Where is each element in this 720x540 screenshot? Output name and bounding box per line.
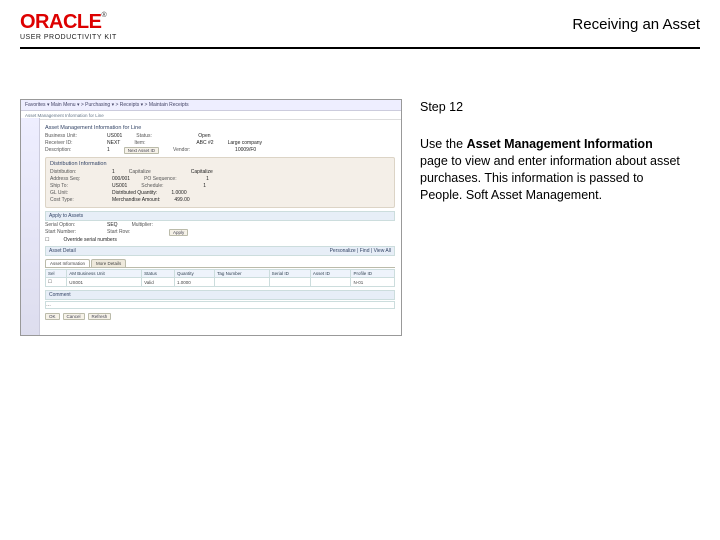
td-sel[interactable]: ☐ [46,278,67,287]
ss-startrow-label: Start Row: [107,229,155,236]
ss-comment-body[interactable]: … [45,301,395,309]
ss-breadcrumb: Asset Management Information for Line [21,111,401,120]
ss-addr-value: 000/001 [112,176,130,182]
td-status: Valid [142,278,175,287]
ss-gl-label: GL Unit: [50,190,98,196]
ss-topnav: Favorites ▾ Main Menu ▾ > Purchasing ▾ >… [21,100,401,111]
ss-tab-more-details[interactable]: More Details [91,259,126,267]
content-row: Favorites ▾ Main Menu ▾ > Purchasing ▾ >… [20,99,700,336]
ss-bu-label: Business Unit: [45,133,93,139]
td-bu: US001 [67,278,142,287]
table-row[interactable]: ☐ US001 Valid 1.0000 N-01 [46,278,395,287]
ss-recv-label: Receiver ID: [45,140,93,146]
ss-dist-label: Distribution: [50,169,98,175]
ss-fin-label: PO Sequence: [144,176,192,182]
ss-detail-heading: Asset Detail Personalize | Find | View A… [45,246,395,256]
ss-view-links[interactable]: Personalize | Find | View All [330,248,391,254]
ss-status-value: Open [198,133,210,139]
logo-subtitle: USER PRODUCTIVITY KIT [20,34,117,41]
ss-desc-label: Description: [45,147,93,154]
ss-ship-label: Ship To: [50,183,98,189]
ss-status-label: Status: [136,133,184,139]
ss-dist-value: 1 [112,169,115,175]
ss-sch-value: 1 [203,183,206,189]
ss-left-gutter [21,118,40,335]
oracle-logo: ORACLE® USER PRODUCTIVITY KIT [20,12,117,41]
ss-override-label: Override serial numbers [63,237,116,243]
ss-ok-button[interactable]: OK [45,313,60,320]
ss-savebar: OK Cancel Refresh [45,313,395,320]
table-header-row: Sel AM Business Unit Status Quantity Tag… [46,270,395,278]
ss-apply-button[interactable]: Apply [169,229,188,236]
td-assetid [310,278,351,287]
td-tag [215,278,270,287]
td-profile: N-01 [351,278,395,287]
td-serial [269,278,310,287]
step-label: Step 12 [420,99,680,116]
ss-desc-value: 1 [107,147,110,154]
ss-override-check[interactable]: ☐ [45,237,49,243]
ss-qty-value: 1.0000 [171,190,186,196]
instr-pre: Use the [420,137,467,151]
ss-tabs: Asset Information More Details [45,259,395,268]
ss-ship-value: US001 [112,183,127,189]
td-qty: 1.0000 [174,278,214,287]
ss-addr-label: Address Seq: [50,176,98,182]
instruction-panel: Step 12 Use the Asset Management Informa… [420,99,680,336]
header-bar: ORACLE® USER PRODUCTIVITY KIT Receiving … [20,12,700,49]
ss-large-company: Large company [228,140,262,146]
ss-start-label: Start Number: [45,229,93,236]
ss-next-asset-button[interactable]: Next Asset ID [124,147,159,154]
logo-tm: ® [101,12,106,19]
ss-vendor-label: Vendor: [173,147,221,154]
ss-amt-label: Merchandise Amount: [112,197,160,203]
ss-distribution-box: Distribution Information Distribution: 1… [45,157,395,208]
ss-cost-label: Cost Type: [50,197,98,203]
instr-bold: Asset Management Information [467,137,653,151]
ss-comment-heading[interactable]: Comment [45,290,395,300]
th-tag: Tag Number [215,270,270,278]
th-bu: AM Business Unit [67,270,142,278]
th-qty: Quantity [174,270,214,278]
ss-qty-label: Distributed Quantity: [112,190,157,196]
logo-text: ORACLE [20,11,101,33]
ss-cap-label: Capitalize [129,169,177,175]
ss-amt-value: 499.00 [174,197,189,203]
ss-vendor-value: 10009/F0 [235,147,256,154]
ss-asset-table: Sel AM Business Unit Status Quantity Tag… [45,269,395,287]
app-screenshot: Favorites ▾ Main Menu ▾ > Purchasing ▾ >… [20,99,402,336]
ss-serop-label: Serial Option: [45,222,93,228]
slide: ORACLE® USER PRODUCTIVITY KIT Receiving … [0,0,720,540]
ss-fin-value: 1 [206,176,209,182]
th-assetid: Asset ID [310,270,351,278]
ss-bu-value: US001 [107,133,122,139]
ss-refresh-button[interactable]: Refresh [88,313,112,320]
instruction-text: Use the Asset Management Information pag… [420,136,680,204]
ss-section-heading: Asset Management Information for Line [45,125,395,131]
th-serial: Serial ID [269,270,310,278]
ss-sch-label: Schedule: [141,183,189,189]
ss-cancel-button[interactable]: Cancel [63,313,85,320]
th-sel: Sel [46,270,67,278]
instr-post: page to view and enter information about… [420,154,680,202]
th-status: Status [142,270,175,278]
ss-dist-heading: Distribution Information [50,161,390,167]
ss-tab-asset-info[interactable]: Asset Information [45,259,90,267]
ss-recv-value: NEXT [107,140,120,146]
ss-serop-value: SEQ [107,222,118,228]
ss-body: Asset Management Information for Line Bu… [39,120,401,323]
ss-cap-value: Capitalize [191,169,213,175]
ss-item-value: ABC #2 [196,140,213,146]
ss-multi-label: Multiplier: [132,222,180,228]
ss-detail-heading-text: Asset Detail [49,248,76,254]
page-title: Receiving an Asset [572,16,700,33]
ss-item-label: Item: [134,140,182,146]
ss-apply-heading: Apply to Assets [45,211,395,221]
th-profile: Profile ID [351,270,395,278]
